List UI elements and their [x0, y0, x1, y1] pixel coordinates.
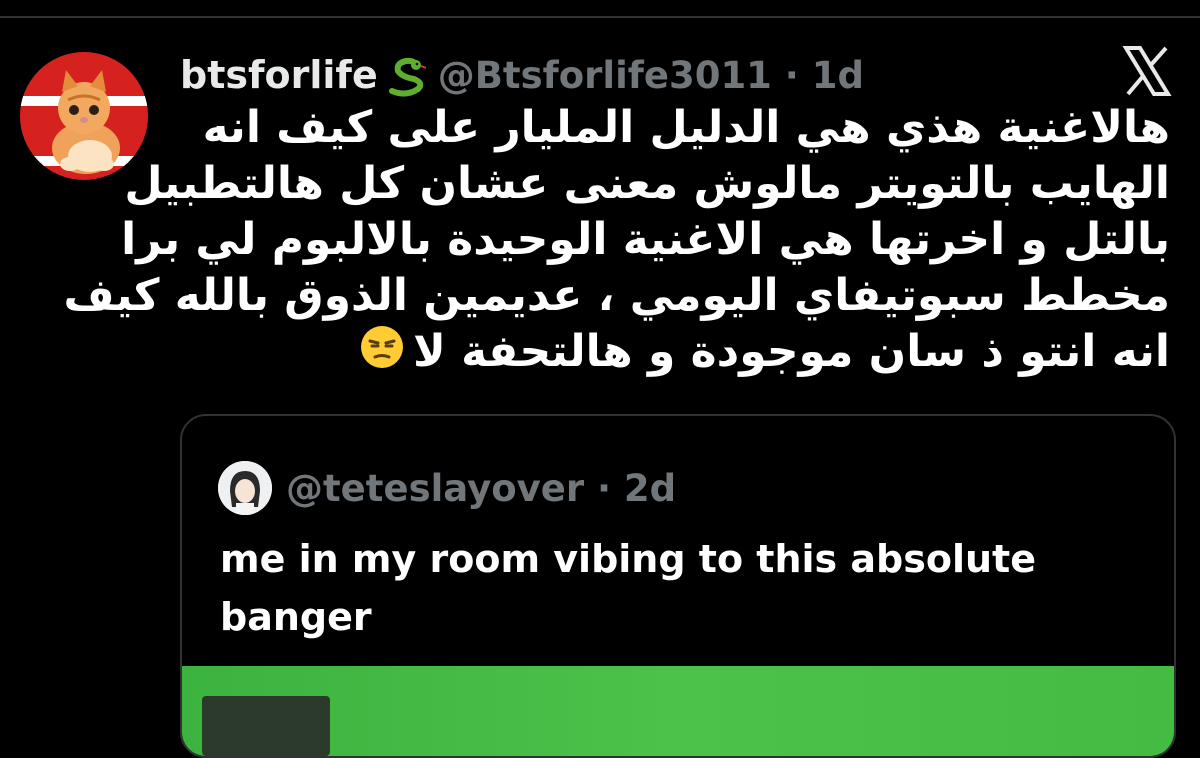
x-logo-icon[interactable] — [1120, 44, 1174, 98]
quoted-tweet-text: me in my room vibing to this absolute ba… — [220, 537, 1036, 639]
tweet-text-line: هالاغنية هذي هي الدليل المليار على كيف ا… — [202, 102, 1170, 153]
anime-character-icon — [218, 461, 272, 515]
tweet-text-line-last: انه انتو ذ سان موجودة و هالتحفة لا — [180, 324, 1170, 384]
snake-icon — [384, 53, 428, 97]
tweet-text: هالاغنية هذي هي الدليل المليار على كيف ا… — [63, 100, 1170, 384]
quoted-author-avatar[interactable] — [218, 461, 272, 515]
author-display-name[interactable]: btsforlife — [180, 53, 378, 97]
tweet-text-line: الهايب بالتويتر مالوش معنى عشان كل هالتط… — [124, 158, 1170, 209]
quoted-tweet-media[interactable] — [182, 666, 1174, 756]
tweet-text-line: بالتل و اخرتها هي الاغنية الوحيدة بالالب… — [121, 214, 1170, 265]
tweet-text-line: مخطط سبوتيفاي اليومي ، عديمين الذوق بالل… — [63, 270, 1170, 321]
author-handle-and-time[interactable]: @Btsforlife3011 · 1d — [438, 54, 864, 97]
quoted-author-handle-and-time[interactable]: @teteslayover · 2d — [286, 467, 676, 510]
top-divider — [0, 16, 1200, 18]
quoted-tweet-header: @teteslayover · 2d — [218, 460, 676, 516]
quoted-tweet-card[interactable]: @teteslayover · 2d me in my room vibing … — [180, 414, 1176, 758]
tweet-header: btsforlife @Btsforlife3011 · 1d — [180, 50, 864, 100]
tweet-text-line: انه انتو ذ سان موجودة و هالتحفة لا — [413, 326, 1170, 377]
media-thumbnail — [202, 696, 330, 756]
unamused-face-icon — [359, 324, 405, 384]
